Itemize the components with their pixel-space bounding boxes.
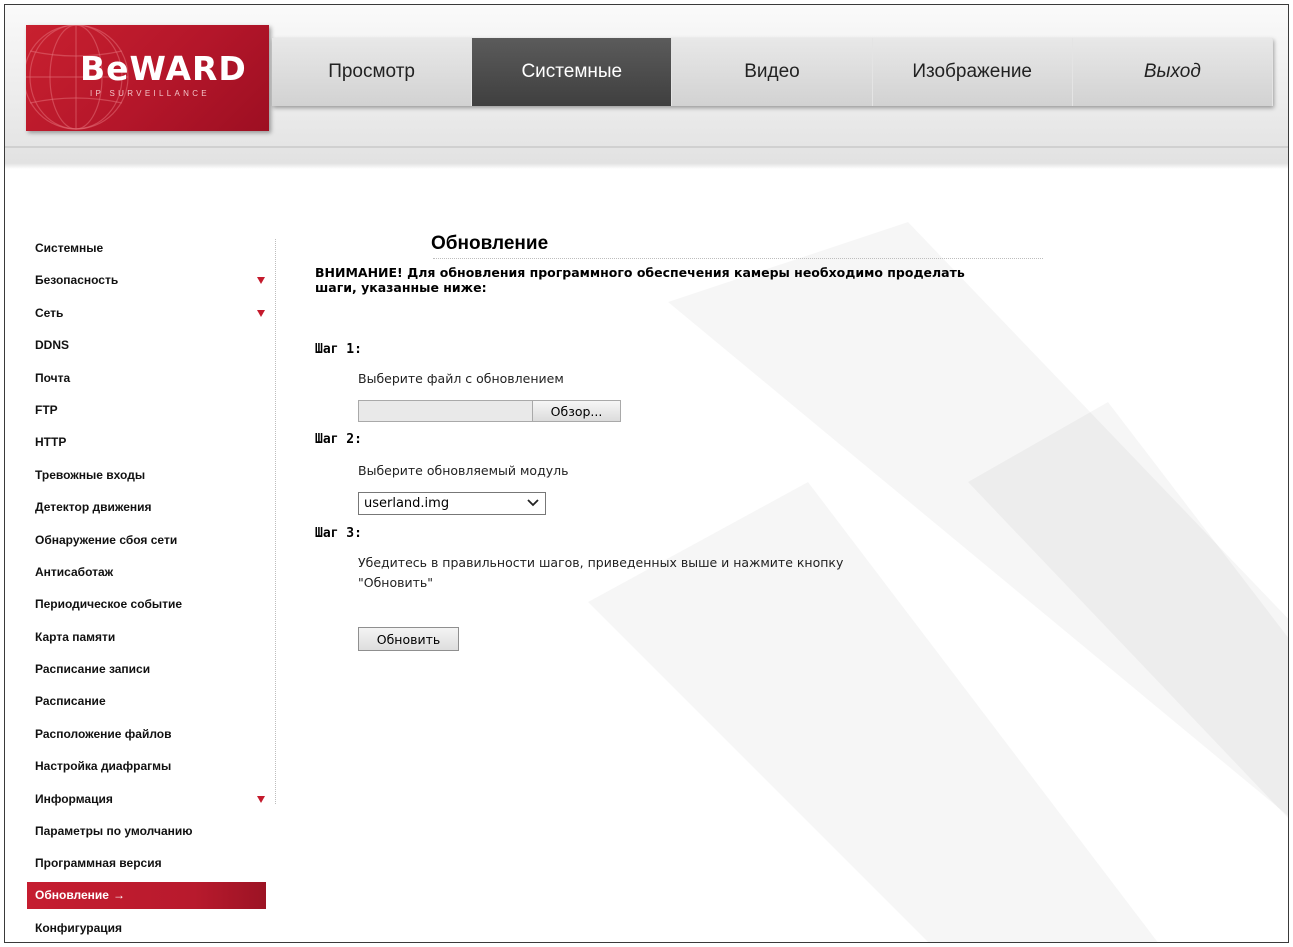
sidebar-item-label: FTP	[35, 402, 58, 417]
chevron-down-icon	[527, 499, 539, 507]
step2-description: Выберите обновляемый модуль	[358, 463, 569, 478]
module-select[interactable]: userland.img	[358, 492, 546, 515]
browser-page: BeWARD IP SURVEILLANCE Просмотр Системны…	[4, 4, 1289, 943]
step1-label: Шаг 1:	[315, 342, 362, 357]
sidebar-item-label: Почта	[35, 370, 71, 385]
top-nav: Просмотр Системные Видео Изображение Вых…	[272, 38, 1273, 106]
sidebar-item-label: Обнаружение сбоя сети	[35, 532, 178, 547]
sidebar-item-label: Параметры по умолчанию	[35, 824, 193, 839]
sidebar-item-alarm-inputs[interactable]: Тревожные входы	[27, 459, 277, 491]
module-select-value: userland.img	[364, 496, 450, 511]
warning-text: ВНИМАНИЕ! Для обновления программного об…	[315, 265, 965, 295]
sidebar-item-label: Карта памяти	[35, 629, 116, 644]
sidebar-item-label: Расписание записи	[35, 662, 151, 677]
sidebar-item-firmware-version[interactable]: Программная версия	[27, 847, 277, 879]
sidebar-item-ddns[interactable]: DDNS	[27, 329, 277, 361]
sidebar-item-configuration[interactable]: Конфигурация	[27, 912, 277, 942]
sidebar-item-motion-detector[interactable]: Детектор движения	[27, 491, 277, 523]
sidebar-item-schedule[interactable]: Расписание	[27, 685, 277, 717]
sidebar-item-label: Настройка диафрагмы	[35, 759, 172, 774]
sidebar-item-label: Сеть	[35, 305, 64, 320]
sidebar-item-label: DDNS	[35, 338, 70, 353]
sidebar-item-label: Информация	[35, 791, 113, 806]
step1-description: Выберите файл с обновлением	[358, 371, 564, 386]
nav-video[interactable]: Видео	[672, 38, 873, 106]
expand-triangle-icon	[257, 309, 265, 317]
sidebar-item-system[interactable]: Системные	[27, 232, 277, 264]
nav-logout[interactable]: Выход	[1073, 38, 1273, 106]
sidebar: Системные Безопасность Сеть DDNS Почта F…	[27, 232, 277, 942]
sidebar-item-label: Конфигурация	[35, 920, 123, 935]
sidebar-item-record-schedule[interactable]: Расписание записи	[27, 653, 277, 685]
nav-system[interactable]: Системные	[472, 38, 673, 106]
nav-image[interactable]: Изображение	[873, 38, 1073, 106]
sidebar-item-file-location[interactable]: Расположение файлов	[27, 718, 277, 750]
brand-name: BeWARD	[80, 49, 247, 88]
header-divider	[5, 146, 1288, 148]
sidebar-item-information[interactable]: Информация	[27, 783, 277, 815]
sidebar-item-network-failure[interactable]: Обнаружение сбоя сети	[27, 524, 277, 556]
update-button[interactable]: Обновить	[358, 627, 459, 651]
nav-view[interactable]: Просмотр	[272, 38, 473, 106]
step3-label: Шаг 3:	[315, 526, 362, 541]
sidebar-item-defaults[interactable]: Параметры по умолчанию	[27, 815, 277, 847]
arrow-right-icon: →	[112, 887, 125, 902]
browse-button[interactable]: Обзор...	[532, 401, 620, 421]
sidebar-item-iris-settings[interactable]: Настройка диафрагмы	[27, 750, 277, 782]
step2-label: Шаг 2:	[315, 432, 362, 447]
step3-description-line2: "Обновить"	[358, 575, 434, 590]
sidebar-item-label: Расположение файлов	[35, 726, 172, 741]
sidebar-item-label: HTTP	[35, 435, 67, 450]
sidebar-item-label: Расписание	[35, 694, 106, 709]
sidebar-item-label: Антисаботаж	[35, 564, 114, 579]
sidebar-item-mail[interactable]: Почта	[27, 362, 277, 394]
file-upload-field[interactable]: Обзор...	[358, 400, 621, 422]
brand-tagline: IP SURVEILLANCE	[90, 89, 210, 98]
file-path-input[interactable]	[359, 401, 532, 421]
expand-triangle-icon	[257, 795, 265, 803]
sidebar-item-tamper[interactable]: Антисаботаж	[27, 556, 277, 588]
sidebar-item-update[interactable]: Обновление →	[27, 881, 266, 909]
sidebar-item-label: Программная версия	[35, 856, 162, 871]
page-title: Обновление	[431, 233, 549, 254]
sidebar-item-label: Периодическое событие	[35, 597, 183, 612]
step3-description-line1: Убедитесь в правильности шагов, приведен…	[358, 555, 844, 570]
expand-triangle-icon	[257, 277, 265, 285]
sidebar-item-label: Обновление	[35, 887, 109, 902]
sidebar-item-label: Детектор движения	[35, 500, 152, 515]
sidebar-item-http[interactable]: HTTP	[27, 426, 277, 458]
header-shadow	[5, 163, 1288, 169]
sidebar-item-periodic-event[interactable]: Периодическое событие	[27, 588, 277, 620]
sidebar-item-label: Системные	[35, 241, 104, 255]
title-divider	[433, 258, 1043, 259]
sidebar-item-security[interactable]: Безопасность	[27, 264, 277, 296]
sidebar-item-memory-card[interactable]: Карта памяти	[27, 621, 277, 653]
sidebar-item-network[interactable]: Сеть	[27, 297, 277, 329]
sidebar-item-label: Тревожные входы	[35, 467, 146, 482]
beward-logo[interactable]: BeWARD IP SURVEILLANCE	[26, 25, 269, 131]
sidebar-item-label: Безопасность	[35, 273, 119, 288]
sidebar-item-ftp[interactable]: FTP	[27, 394, 277, 426]
